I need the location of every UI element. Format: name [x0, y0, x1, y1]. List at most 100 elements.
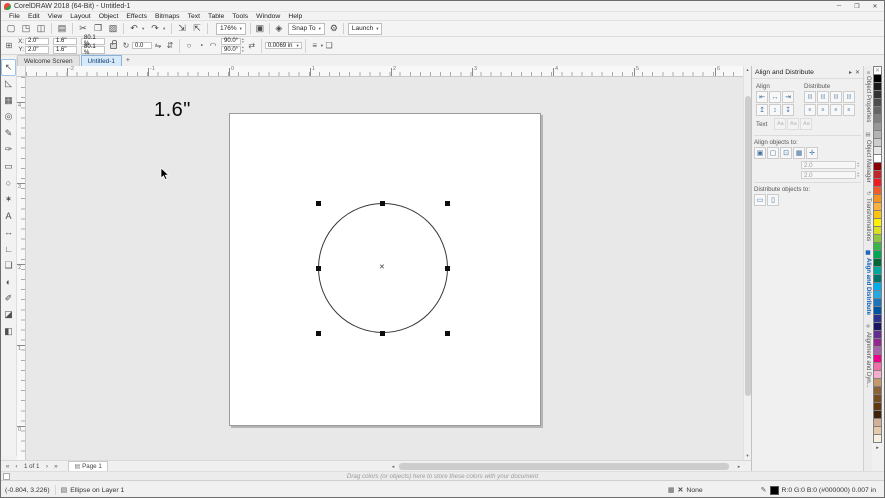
align-centers-vertically-icon[interactable]: ↕: [769, 104, 781, 116]
redo-icon[interactable]: ↷: [148, 22, 162, 35]
canvas-viewport[interactable]: ✕ 1.6": [26, 77, 743, 460]
paste-icon[interactable]: ▨: [106, 22, 120, 35]
vertical-ruler[interactable]: 4 3 2 1 0: [17, 77, 26, 460]
align-to-page-edge-icon[interactable]: ▢: [767, 147, 779, 159]
align-to-grid-icon[interactable]: ▦: [793, 147, 805, 159]
lock-ratio-icon[interactable]: [110, 39, 117, 49]
align-to-specified-point-icon[interactable]: ✛: [806, 147, 818, 159]
docker-close-icon[interactable]: ✕: [855, 69, 860, 76]
mirror-horizontal-button[interactable]: ⇋: [152, 40, 164, 52]
shape-tool[interactable]: ◺: [1, 76, 16, 93]
minimize-button[interactable]: ─: [830, 1, 848, 11]
color-eyedropper-tool[interactable]: ✐: [1, 290, 16, 307]
menu-bitmaps[interactable]: Bitmaps: [151, 13, 184, 20]
zoom-level-select[interactable]: 176% ▾: [216, 22, 246, 35]
mirror-vertical-button[interactable]: ⇵: [164, 40, 176, 52]
selection-handle[interactable]: [316, 201, 321, 206]
selection-handle[interactable]: [380, 201, 385, 206]
docker-flyout-icon[interactable]: ▸: [849, 69, 852, 76]
align-top-edges-icon[interactable]: ↥: [756, 104, 768, 116]
side-tab-align-and-distribute[interactable]: ▦ Align and Distribute: [865, 250, 871, 315]
new-document-icon[interactable]: ▢: [4, 22, 18, 35]
open-icon[interactable]: ◳: [19, 22, 33, 35]
parallel-dimension-tool[interactable]: ↔: [1, 224, 16, 241]
pick-tool[interactable]: ↖: [1, 59, 16, 76]
palette-flyout-icon[interactable]: ▸: [876, 445, 879, 451]
object-y-input[interactable]: 2.0": [25, 46, 49, 54]
selection-handle[interactable]: [380, 331, 385, 336]
change-direction-button[interactable]: ⇄: [246, 40, 258, 52]
scroll-left-icon[interactable]: ◂: [389, 464, 397, 470]
drop-shadow-tool[interactable]: ❏: [1, 257, 16, 274]
outline-color-swatch[interactable]: [769, 485, 779, 495]
smart-fill-tool[interactable]: ◧: [1, 323, 16, 340]
menu-edit[interactable]: Edit: [24, 13, 44, 20]
menu-file[interactable]: File: [5, 13, 24, 20]
print-icon[interactable]: ▤: [55, 22, 69, 35]
interactive-fill-tool[interactable]: ◪: [1, 307, 16, 324]
undo-icon-caret[interactable]: ▾: [142, 26, 147, 32]
horizontal-ruler[interactable]: -2 -1 0 1 2 3 4 5 6: [26, 66, 743, 77]
launch-select[interactable]: Launch ▾: [347, 22, 383, 35]
vertical-scrollbar[interactable]: ▴ ▾: [743, 66, 751, 460]
distribute-top-edges-icon[interactable]: ≡: [804, 104, 816, 116]
snap-to-select[interactable]: Snap To ▾: [287, 22, 325, 35]
distribute-centers-horizontally-icon[interactable]: |||: [817, 91, 829, 103]
options-gear-icon[interactable]: ⚙: [327, 22, 341, 35]
object-x-input[interactable]: 2.0": [25, 37, 49, 45]
save-icon[interactable]: ◫: [34, 22, 48, 35]
distribute-right-edges-icon[interactable]: |||: [843, 91, 855, 103]
align-to-page-center-icon[interactable]: ⊡: [780, 147, 792, 159]
align-centers-horizontally-icon[interactable]: ↔: [769, 91, 781, 103]
side-tab-transformations[interactable]: ↻ Transformations: [865, 191, 871, 241]
maximize-button[interactable]: ❐: [848, 1, 866, 11]
selection-handle[interactable]: [316, 331, 321, 336]
object-width-input[interactable]: 1.6": [53, 37, 77, 45]
outline-pen-icon[interactable]: ✎: [761, 486, 767, 494]
distribute-to-extent-of-page-icon[interactable]: ▯: [767, 194, 779, 206]
spin-down-icon[interactable]: ▾: [857, 174, 859, 179]
spin-down-icon[interactable]: ▾: [857, 164, 859, 169]
color-swatch[interactable]: [873, 434, 882, 443]
menu-help[interactable]: Help: [284, 13, 306, 20]
transparency-tool[interactable]: ◐: [1, 274, 16, 291]
ellipse-mode-button[interactable]: ○: [183, 40, 195, 52]
close-button[interactable]: ✕: [866, 1, 884, 11]
pie-mode-button[interactable]: ◔: [195, 40, 207, 52]
next-page-button[interactable]: ›: [42, 463, 51, 470]
freehand-tool[interactable]: ✎: [1, 125, 16, 142]
scroll-down-icon[interactable]: ▾: [744, 452, 751, 460]
last-page-button[interactable]: »: [51, 463, 60, 470]
distribute-left-edges-icon[interactable]: |||: [804, 91, 816, 103]
crop-tool[interactable]: ▦: [1, 92, 16, 109]
distribute-bottom-edges-icon[interactable]: ≡: [843, 104, 855, 116]
wrap-text-button[interactable]: ≡: [309, 40, 321, 52]
spin-down-icon[interactable]: ▾: [242, 49, 244, 54]
scroll-right-icon[interactable]: ▸: [735, 464, 743, 470]
export-icon[interactable]: ⇱: [190, 22, 204, 35]
document-palette-icon[interactable]: ▦: [668, 486, 675, 494]
distribute-to-extent-of-selection-icon[interactable]: ▭: [754, 194, 766, 206]
side-tab-object-properties[interactable]: ≡ Object Properties: [865, 71, 871, 123]
outline-width-select[interactable]: 0.0069 in ▾: [264, 41, 302, 50]
distribute-centers-vertically-icon[interactable]: ≡: [817, 104, 829, 116]
scroll-up-icon[interactable]: ▴: [744, 66, 751, 74]
ellipse-tool[interactable]: ○: [1, 175, 16, 192]
menu-effects[interactable]: Effects: [122, 13, 151, 20]
to-front-button[interactable]: ❏: [323, 40, 335, 52]
menu-text[interactable]: Text: [184, 13, 204, 20]
ending-angle-input[interactable]: 90.0°: [221, 46, 241, 54]
snap-toggle-icon[interactable]: ◈: [272, 22, 286, 35]
scale-vertical-input[interactable]: 80.1 %: [81, 44, 105, 56]
add-document-tab-button[interactable]: +: [123, 55, 133, 66]
menu-table[interactable]: Table: [204, 13, 228, 20]
ruler-origin-corner[interactable]: [17, 66, 26, 77]
redo-icon-caret[interactable]: ▾: [163, 26, 168, 32]
page-tab[interactable]: ▤ Page 1: [68, 461, 108, 471]
side-tab-object-manager[interactable]: ▤ Object Manager: [865, 132, 871, 183]
selection-handle[interactable]: [445, 266, 450, 271]
text-tool[interactable]: A: [1, 208, 16, 225]
cut-icon[interactable]: ✂: [76, 22, 90, 35]
align-bottom-edges-icon[interactable]: ↧: [782, 104, 794, 116]
align-right-edges-icon[interactable]: ⇥: [782, 91, 794, 103]
